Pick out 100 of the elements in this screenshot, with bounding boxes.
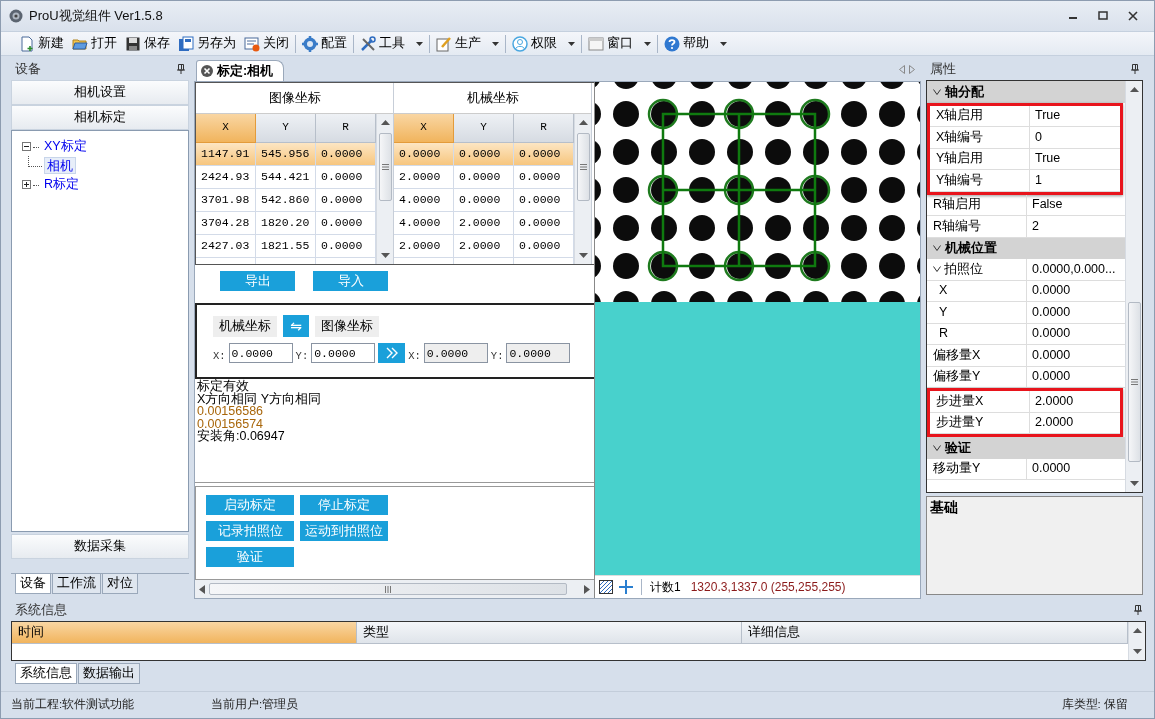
table-row[interactable]: 3701.98 542.860 0.0000: [196, 189, 376, 212]
column-header[interactable]: X: [196, 114, 256, 143]
horizontal-scrollbar[interactable]: [195, 580, 594, 598]
collapse-icon[interactable]: [22, 142, 31, 151]
document-tab[interactable]: 标定:相机: [196, 60, 285, 81]
property-label: Y轴启用: [936, 151, 984, 167]
maximize-icon[interactable]: [1097, 10, 1109, 22]
table-row[interactable]: 2.0000 2.0000 0.0000: [394, 235, 574, 258]
toolbar-button[interactable]: 打开: [68, 34, 121, 53]
column-header[interactable]: X: [394, 114, 454, 143]
scroll-up-icon[interactable]: [1132, 627, 1142, 633]
scroll-right-icon[interactable]: [584, 584, 590, 594]
column-header[interactable]: Y: [256, 114, 316, 143]
tree-item[interactable]: 相机: [44, 156, 76, 175]
table-row[interactable]: 3704.28 1820.20 0.0000: [196, 212, 376, 235]
input-field[interactable]: 0.0000: [228, 343, 293, 363]
property-value: 0: [1034, 128, 1043, 146]
section-header[interactable]: 数据采集: [11, 534, 189, 559]
category-header[interactable]: 机械位置: [927, 237, 1125, 259]
column-header[interactable]: R: [514, 114, 574, 143]
fit-view-icon[interactable]: [599, 580, 613, 594]
panel-tab[interactable]: 数据输出: [78, 663, 140, 684]
table-cell: 2.0000: [394, 166, 454, 189]
panel-tab[interactable]: 工作流: [52, 574, 101, 594]
property-row[interactable]: Y 0.0000: [927, 302, 1125, 324]
dropdown-button[interactable]: 窗口: [584, 34, 655, 53]
close-icon[interactable]: [1127, 10, 1139, 22]
column-header[interactable]: 时间: [12, 622, 357, 644]
column-header[interactable]: 详细信息: [742, 622, 1128, 644]
toolbar-button[interactable]: 关闭: [240, 34, 293, 53]
vertical-scrollbar[interactable]: [574, 114, 591, 264]
property-row[interactable]: 偏移量Y 0.0000: [927, 366, 1125, 388]
grip-icon[interactable]: [385, 585, 391, 593]
field-label: Y:: [295, 349, 309, 363]
property-row[interactable]: 拍照位 0.0000,0.000...: [927, 259, 1125, 281]
tree-item[interactable]: XY标定: [41, 138, 90, 155]
double-chevron-icon[interactable]: [384, 347, 399, 359]
property-value: True: [1034, 107, 1062, 125]
pin-icon[interactable]: [177, 64, 185, 74]
toolbar-button[interactable]: 保存: [121, 34, 174, 53]
chevron-icon[interactable]: [933, 245, 941, 252]
property-row[interactable]: R 0.0000: [927, 323, 1125, 345]
scroll-down-icon[interactable]: [578, 253, 588, 259]
property-row[interactable]: 移动量Y 0.0000: [927, 458, 1125, 480]
dropdown-button[interactable]: 权限: [508, 34, 579, 53]
selected-row[interactable]: 0.0000 0.0000 0.0000: [394, 143, 574, 166]
table-row[interactable]: 4.0000 0.0000 0.0000: [394, 189, 574, 212]
grip-icon[interactable]: [1130, 379, 1138, 385]
chevron-icon[interactable]: [933, 88, 941, 95]
convert-button[interactable]: [378, 343, 406, 363]
count-label: 计数1: [650, 579, 681, 595]
table-row[interactable]: 2424.93 544.421 0.0000: [196, 166, 376, 189]
property-value: 0.0000: [1031, 346, 1072, 364]
dropdown-button[interactable]: 工具: [356, 34, 427, 53]
selected-row[interactable]: 1147.91 545.956 0.0000: [196, 143, 376, 166]
scroll-down-icon[interactable]: [1129, 481, 1139, 487]
scroll-up-icon[interactable]: [380, 119, 390, 125]
toolbar-button[interactable]: 新建: [15, 34, 68, 53]
chevron-icon[interactable]: [933, 444, 941, 451]
toolbar-button[interactable]: 配置: [298, 34, 351, 53]
property-row[interactable]: R轴启用 False: [927, 194, 1125, 216]
vertical-scrollbar[interactable]: [1125, 81, 1142, 492]
category-header[interactable]: 轴分配: [927, 81, 1125, 103]
close-icon[interactable]: [201, 65, 213, 77]
scroll-down-icon[interactable]: [380, 253, 390, 259]
chevron-icon[interactable]: [933, 266, 941, 273]
scroll-left-icon[interactable]: [199, 584, 205, 594]
panel-tab[interactable]: 系统信息: [15, 663, 77, 684]
scroll-up-icon[interactable]: [1129, 86, 1139, 92]
dropdown-button[interactable]: 帮助: [660, 34, 731, 53]
grip-icon[interactable]: [381, 164, 389, 170]
vertical-scrollbar[interactable]: [376, 114, 393, 264]
expand-icon[interactable]: [22, 180, 31, 189]
property-row[interactable]: 偏移量X 0.0000: [927, 345, 1125, 367]
section-header[interactable]: 相机设置: [11, 80, 189, 105]
input-field[interactable]: 0.0000: [506, 343, 571, 363]
crosshair-icon[interactable]: [619, 580, 633, 594]
table-row[interactable]: 2427.03 1821.55 0.0000: [196, 235, 376, 258]
column-header[interactable]: 类型: [357, 622, 742, 644]
section-header[interactable]: 相机标定: [11, 105, 189, 130]
scroll-down-icon[interactable]: [1132, 649, 1142, 655]
panel-tab[interactable]: 对位: [102, 574, 138, 594]
scroll-up-icon[interactable]: [578, 119, 588, 125]
input-field[interactable]: 0.0000: [311, 343, 376, 363]
toolbar-button[interactable]: 另存为: [174, 34, 240, 53]
input-field[interactable]: 0.0000: [423, 343, 488, 363]
table-row[interactable]: 2.0000 0.0000 0.0000: [394, 166, 574, 189]
category-header[interactable]: 验证: [927, 437, 1125, 459]
column-header[interactable]: Y: [454, 114, 514, 143]
tree-item[interactable]: R标定: [41, 176, 83, 193]
panel-tab[interactable]: 设备: [15, 574, 51, 594]
property-row[interactable]: X 0.0000: [927, 280, 1125, 302]
table-row[interactable]: 4.0000 2.0000 0.0000: [394, 212, 574, 235]
vertical-scrollbar[interactable]: [1128, 622, 1145, 660]
grip-icon[interactable]: [579, 164, 587, 170]
column-header[interactable]: R: [316, 114, 376, 143]
dropdown-button[interactable]: 生产: [432, 34, 503, 53]
pin-icon[interactable]: [1134, 605, 1142, 615]
property-row[interactable]: R轴编号 2: [927, 216, 1125, 238]
pin-icon[interactable]: [1131, 64, 1139, 74]
